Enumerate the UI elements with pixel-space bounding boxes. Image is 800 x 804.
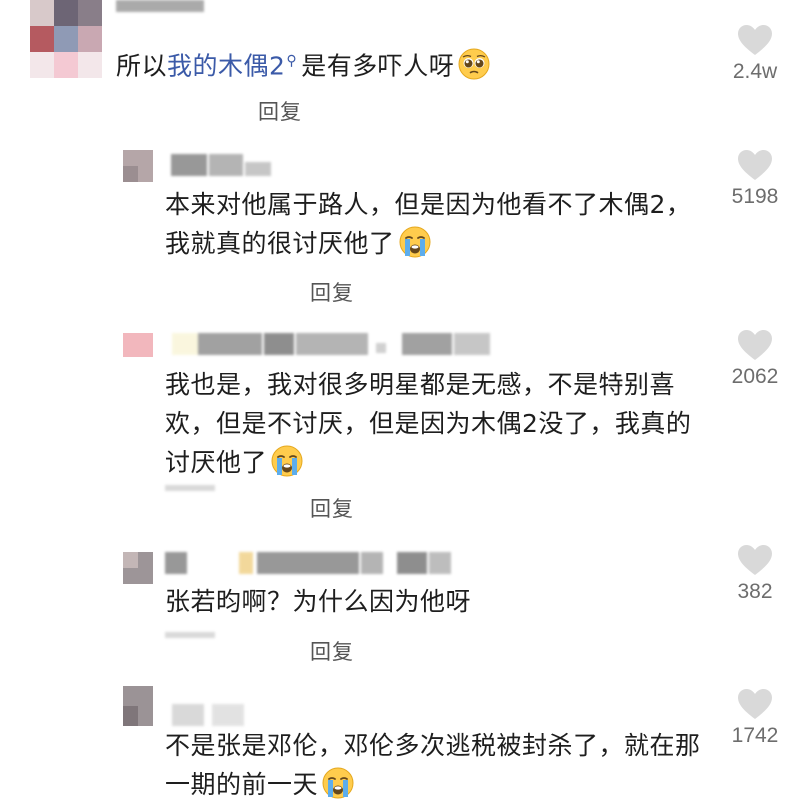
- username-blurred: [165, 548, 455, 576]
- username-blurred: [172, 329, 502, 357]
- heart-icon: [738, 25, 772, 55]
- reply-item: 我也是，我对很多明星都是无感，不是特别喜欢，但是不讨厌，但是因为木偶2没了，我真…: [0, 325, 800, 525]
- like-button[interactable]: 2062: [710, 329, 800, 389]
- like-button[interactable]: 1742: [710, 688, 800, 748]
- reply-button[interactable]: 回复: [310, 493, 354, 523]
- like-button[interactable]: 5198: [710, 149, 800, 209]
- reply-button[interactable]: 回复: [310, 277, 354, 307]
- like-button[interactable]: 382: [710, 544, 800, 604]
- comment-text: 所以我的木偶2⚲ 是有多吓人呀: [116, 42, 716, 85]
- reply-item: 本来对他属于路人，但是因为他看不了木偶2，我就真的很讨厌他了 回复 5198: [0, 145, 800, 305]
- heart-icon: [738, 150, 772, 180]
- reply-item: 不是张是邓伦，邓伦多次逃税被封杀了，就在那一期的前一天 1742: [0, 682, 800, 802]
- like-count: 2062: [731, 365, 779, 388]
- like-count: 1742: [731, 724, 779, 747]
- search-icon[interactable]: ⚲: [286, 42, 297, 81]
- heart-icon: [738, 545, 772, 575]
- avatar[interactable]: [123, 552, 153, 584]
- like-count: 2.4w: [732, 60, 778, 83]
- like-count: 5198: [731, 185, 779, 208]
- avatar[interactable]: [30, 0, 102, 78]
- loudly-crying-face-emoji: [271, 445, 303, 477]
- comment-text: 本来对他属于路人，但是因为他看不了木偶2，我就真的很讨厌他了: [165, 190, 692, 258]
- pleading-face-emoji: [458, 48, 490, 80]
- avatar[interactable]: [123, 150, 153, 182]
- avatar[interactable]: [123, 333, 153, 357]
- username-blurred: [116, 0, 226, 28]
- comment-item: 所以我的木偶2⚲ 是有多吓人呀 回复 2.4w: [0, 0, 800, 130]
- like-count: 382: [737, 580, 773, 603]
- reply-item: 张若昀啊？为什么因为他呀 回复 382: [0, 542, 800, 672]
- avatar[interactable]: [123, 686, 153, 726]
- comment-text: 张若昀啊？为什么因为他呀: [165, 587, 472, 616]
- loudly-crying-face-emoji: [322, 767, 354, 799]
- comment-text: 不是张是邓伦，邓伦多次逃税被封杀了，就在那一期的前一天: [165, 731, 701, 799]
- username-blurred: [165, 632, 225, 646]
- loudly-crying-face-emoji: [399, 226, 431, 258]
- username-blurred: [165, 485, 225, 499]
- username-blurred: [172, 700, 252, 728]
- reply-button[interactable]: 回复: [310, 636, 354, 666]
- heart-icon: [738, 330, 772, 360]
- heart-icon: [738, 689, 772, 719]
- search-link[interactable]: 我的木偶2: [167, 51, 285, 80]
- username-blurred: [165, 150, 275, 178]
- comment-text: 我也是，我对很多明星都是无感，不是特别喜欢，但是不讨厌，但是因为木偶2没了，我真…: [165, 370, 692, 477]
- reply-button[interactable]: 回复: [258, 96, 302, 126]
- like-button[interactable]: 2.4w: [710, 24, 800, 84]
